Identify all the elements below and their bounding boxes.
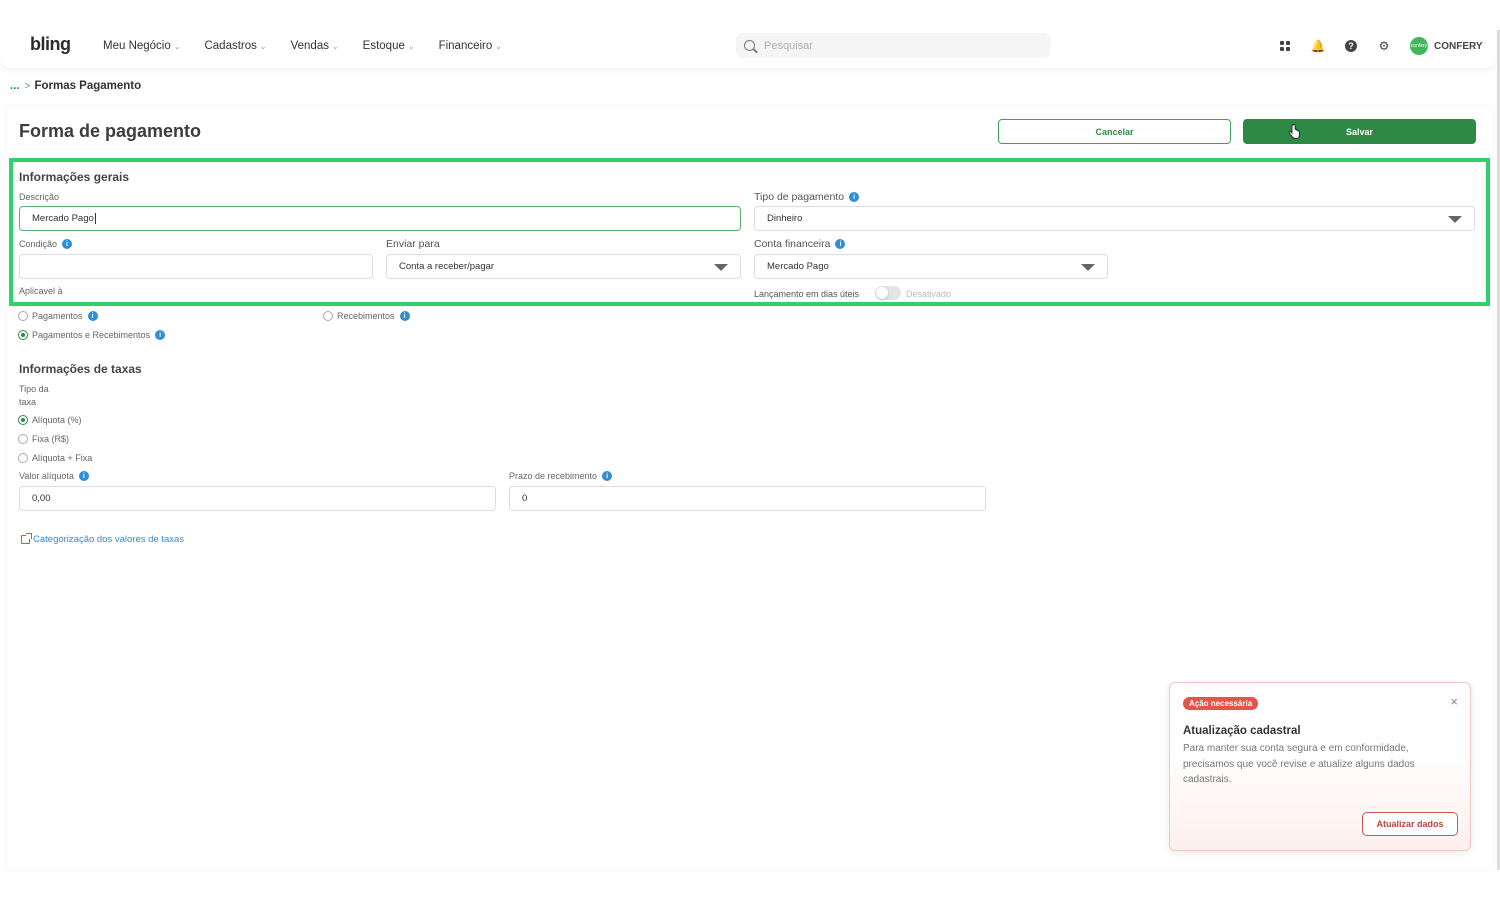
info-icon[interactable]: i — [399, 311, 410, 321]
save-button[interactable]: Salvar — [1243, 119, 1476, 144]
prazo-recebimento-value: 0 — [522, 493, 528, 504]
nav-label: Estoque — [362, 40, 405, 52]
radio-pagamentos[interactable]: Pagamentos i — [18, 311, 98, 321]
page-title: Forma de pagamento — [19, 121, 202, 141]
update-toast: Ação necessária × Atualização cadastral … — [1169, 682, 1471, 851]
nav-vendas[interactable]: Vendas ⌄ — [291, 40, 339, 52]
radio-checked-icon — [18, 330, 28, 340]
radio-unchecked-icon — [18, 453, 28, 463]
info-icon[interactable]: i — [155, 330, 166, 340]
avatar[interactable]: confery — [1410, 37, 1428, 55]
radio-label: Recebimentos — [337, 311, 395, 321]
breadcrumb-ellipsis[interactable]: ... — [10, 80, 20, 92]
radio-label: Pagamentos e Recebimentos — [32, 330, 151, 340]
radio-label: Alíquota (%) — [32, 415, 82, 425]
radio-pagamentos-e-recebimentos[interactable]: Pagamentos e Recebimentos i — [18, 330, 166, 340]
question-icon: ? — [1345, 40, 1357, 52]
breadcrumb: ... > Formas Pagamento — [10, 80, 141, 92]
bling-logo[interactable]: bling — [30, 34, 71, 55]
tipo-taxa-label-line2: taxa — [19, 397, 36, 407]
radio-label: Pagamentos — [32, 311, 83, 321]
radio-label: Alíquota + Fixa — [32, 453, 93, 463]
status-badge: Ação necessária — [1183, 697, 1259, 710]
main-nav: Meu Negócio ⌄ Cadastros ⌄ Vendas ⌄ Estoque ⌄… — [103, 40, 526, 52]
cancel-button[interactable]: Cancelar — [998, 119, 1231, 144]
radio-fixa[interactable]: Fixa (R$) — [18, 434, 69, 444]
prazo-recebimento-field[interactable]: 0 — [509, 486, 986, 511]
radio-recebimentos[interactable]: Recebimentos i — [323, 311, 410, 321]
user-name[interactable]: CONFERY — [1434, 41, 1483, 52]
categorizacao-link[interactable]: Categorização dos valores de taxas — [21, 533, 185, 545]
radio-unchecked-icon — [18, 311, 28, 321]
hand-cursor-icon — [1288, 124, 1300, 139]
info-icon[interactable]: i — [87, 311, 98, 321]
highlight-box — [9, 158, 1490, 306]
header-tools: 🔔 ? ⚙ confery CONFERY — [1278, 37, 1483, 55]
valor-aliquota-value: 0,00 — [32, 493, 51, 504]
info-icon[interactable]: i — [602, 471, 613, 481]
chevron-down-icon: ⌄ — [407, 41, 415, 51]
search-bar[interactable] — [736, 33, 1050, 58]
radio-unchecked-icon — [18, 434, 28, 444]
section-title-taxas: Informações de taxas — [19, 362, 142, 376]
tipo-taxa-label-line1: Tipo da — [19, 384, 49, 394]
label-text: Tipo da — [19, 384, 49, 394]
bell-icon[interactable]: 🔔 — [1311, 39, 1326, 53]
nav-estoque[interactable]: Estoque ⌄ — [363, 40, 415, 52]
toast-body: Para manter sua conta segura e em confor… — [1183, 743, 1415, 785]
info-icon[interactable]: i — [78, 471, 89, 481]
search-input[interactable] — [764, 39, 1034, 52]
nav-meu-negocio[interactable]: Meu Negócio ⌄ — [103, 40, 180, 52]
valor-aliquota-label: Valor alíquota i — [19, 471, 89, 481]
radio-checked-icon — [18, 415, 28, 425]
close-icon[interactable]: × — [1450, 694, 1458, 709]
chevron-down-icon: ⌄ — [173, 41, 181, 51]
label-text: Prazo de recebimento — [509, 471, 598, 481]
apps-grid-icon[interactable] — [1278, 39, 1292, 53]
breadcrumb-separator: > — [24, 80, 31, 92]
nav-label: Financeiro — [438, 40, 493, 52]
chevron-down-icon: ⌄ — [259, 41, 267, 51]
help-icon[interactable]: ? — [1344, 39, 1358, 53]
top-navbar: bling Meu Negócio ⌄ Cadastros ⌄ Vendas ⌄ Es… — [0, 22, 1496, 68]
label-text: Valor alíquota — [19, 471, 74, 481]
radio-aliquota-fixa[interactable]: Alíquota + Fixa — [18, 453, 92, 463]
update-data-button[interactable]: Atualizar dados — [1362, 812, 1458, 836]
radio-unchecked-icon — [323, 311, 333, 321]
nav-label: Cadastros — [204, 40, 257, 52]
nav-financeiro[interactable]: Financeiro ⌄ — [439, 40, 502, 52]
search-icon — [744, 40, 755, 51]
radio-aliquota[interactable]: Alíquota (%) — [18, 415, 82, 425]
chevron-down-icon: ⌄ — [331, 41, 339, 51]
nav-label: Meu Negócio — [103, 40, 171, 52]
nav-label: Vendas — [290, 40, 329, 52]
prazo-recebimento-label: Prazo de recebimento i — [509, 471, 613, 481]
label-text: taxa — [19, 397, 37, 407]
chevron-down-icon: ⌄ — [495, 41, 502, 51]
breadcrumb-current: Formas Pagamento — [34, 80, 142, 92]
valor-aliquota-field[interactable]: 0,00 — [19, 486, 496, 511]
external-link-icon — [21, 533, 32, 544]
apps-grid-glyph — [1280, 41, 1290, 51]
nav-cadastros[interactable]: Cadastros ⌄ — [204, 40, 266, 52]
link-label: Categorização dos valores de taxas — [33, 534, 185, 545]
toast-title: Atualização cadastral — [1183, 725, 1301, 737]
gear-icon[interactable]: ⚙ — [1377, 39, 1391, 53]
radio-label: Fixa (R$) — [32, 434, 70, 444]
